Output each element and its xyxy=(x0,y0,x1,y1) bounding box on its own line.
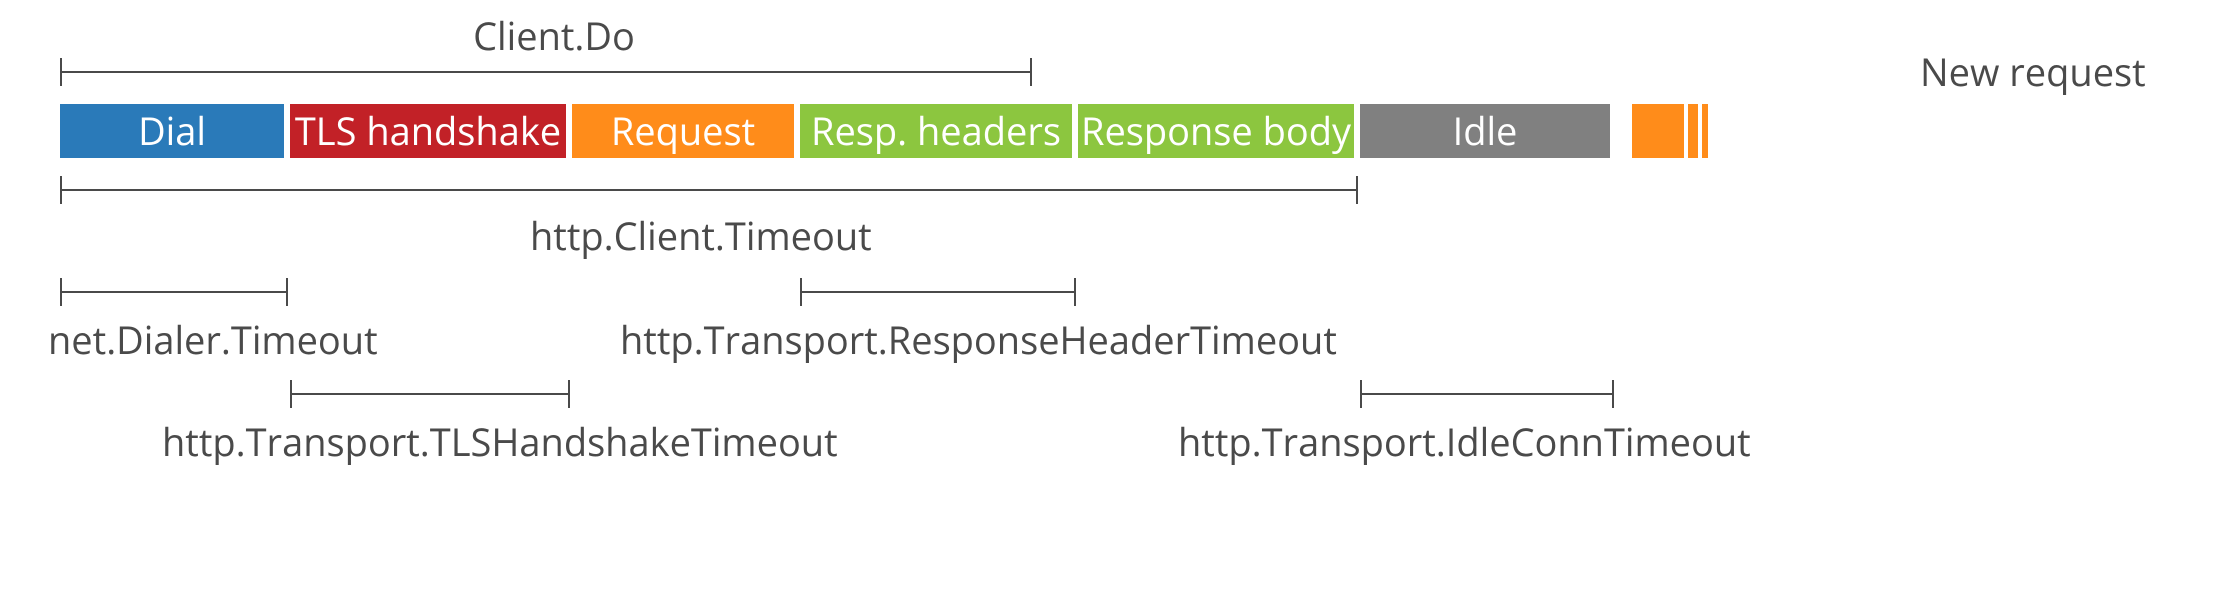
label-client-do: Client.Do xyxy=(404,10,704,62)
label-resp-header-timeout: http.Transport.ResponseHeaderTimeout xyxy=(620,314,1337,366)
label-client-timeout: http.Client.Timeout xyxy=(530,210,872,262)
new-request-stripe-1 xyxy=(1632,104,1684,158)
label-dialer-timeout: net.Dialer.Timeout xyxy=(48,314,378,366)
bracket-client-timeout xyxy=(60,176,1358,204)
bracket-resp-header-timeout xyxy=(800,278,1076,306)
bracket-idle-conn-timeout xyxy=(1360,380,1614,408)
phase-idle: Idle xyxy=(1360,104,1610,158)
phase-tls-handshake: TLS handshake xyxy=(290,104,566,158)
bracket-dialer-timeout xyxy=(60,278,288,306)
bracket-tls-handshake-timeout xyxy=(290,380,570,408)
label-tls-handshake-timeout: http.Transport.TLSHandshakeTimeout xyxy=(162,416,838,468)
phase-dial: Dial xyxy=(60,104,284,158)
new-request-stripe-3 xyxy=(1702,104,1708,158)
new-request-stripe-2 xyxy=(1688,104,1698,158)
label-idle-conn-timeout: http.Transport.IdleConnTimeout xyxy=(1178,416,1751,468)
label-new-request: New request xyxy=(1920,46,2146,98)
phase-resp-headers: Resp. headers xyxy=(800,104,1072,158)
timeout-diagram: Client.Do New request Dial TLS handshake… xyxy=(0,0,2234,603)
bracket-client-do xyxy=(60,58,1032,86)
phase-request: Request xyxy=(572,104,794,158)
phase-response-body: Response body xyxy=(1078,104,1354,158)
